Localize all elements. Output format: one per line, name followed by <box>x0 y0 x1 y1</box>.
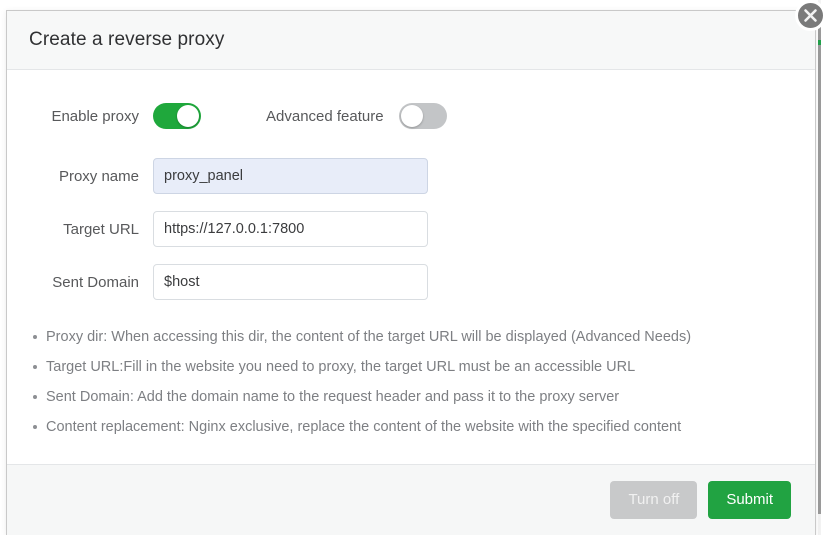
target-url-label: Target URL <box>63 220 139 238</box>
advanced-feature-label: Advanced feature <box>266 107 384 125</box>
proxy-name-label: Proxy name <box>58 167 139 185</box>
hint-list: Proxy dir: When accessing this dir, the … <box>7 322 815 442</box>
sent-domain-input[interactable] <box>153 264 428 300</box>
submit-button[interactable]: Submit <box>708 481 791 519</box>
list-item: Sent Domain: Add the domain name to the … <box>7 382 815 412</box>
close-icon <box>804 9 817 22</box>
dialog-body: Enable proxy Advanced feature Proxy name… <box>7 70 815 464</box>
page-scrollbar[interactable] <box>818 0 821 535</box>
proxy-name-input[interactable] <box>153 158 428 194</box>
target-url-input[interactable] <box>153 211 428 247</box>
sent-domain-label: Sent Domain <box>52 273 139 291</box>
toggle-knob <box>177 105 199 127</box>
list-item: Content replacement: Nginx exclusive, re… <box>7 412 815 442</box>
toggle-knob <box>400 105 423 127</box>
toggle-row: Enable proxy Advanced feature <box>7 96 815 136</box>
close-button[interactable] <box>795 0 826 31</box>
list-item: Proxy dir: When accessing this dir, the … <box>7 322 815 352</box>
page-scrollbar-thumb[interactable] <box>818 14 821 514</box>
enable-proxy-toggle[interactable] <box>153 103 201 129</box>
sent-domain-row: Sent Domain <box>7 264 815 300</box>
dialog-title: Create a reverse proxy <box>29 29 225 50</box>
dialog-header: Create a reverse proxy <box>7 11 815 70</box>
scrollbar-marker <box>818 40 821 45</box>
input-rows: Proxy name Target URL Sent Domain <box>7 158 815 300</box>
turn-off-button[interactable]: Turn off <box>610 481 698 519</box>
advanced-feature-toggle[interactable] <box>398 103 447 129</box>
list-item: Target URL:Fill in the website you need … <box>7 352 815 382</box>
target-url-row: Target URL <box>7 211 815 247</box>
proxy-name-row: Proxy name <box>7 158 815 194</box>
dialog-footer: Turn off Submit <box>7 464 815 535</box>
create-reverse-proxy-dialog: Create a reverse proxy Enable proxy Adva… <box>6 10 816 535</box>
enable-proxy-label: Enable proxy <box>51 107 139 125</box>
